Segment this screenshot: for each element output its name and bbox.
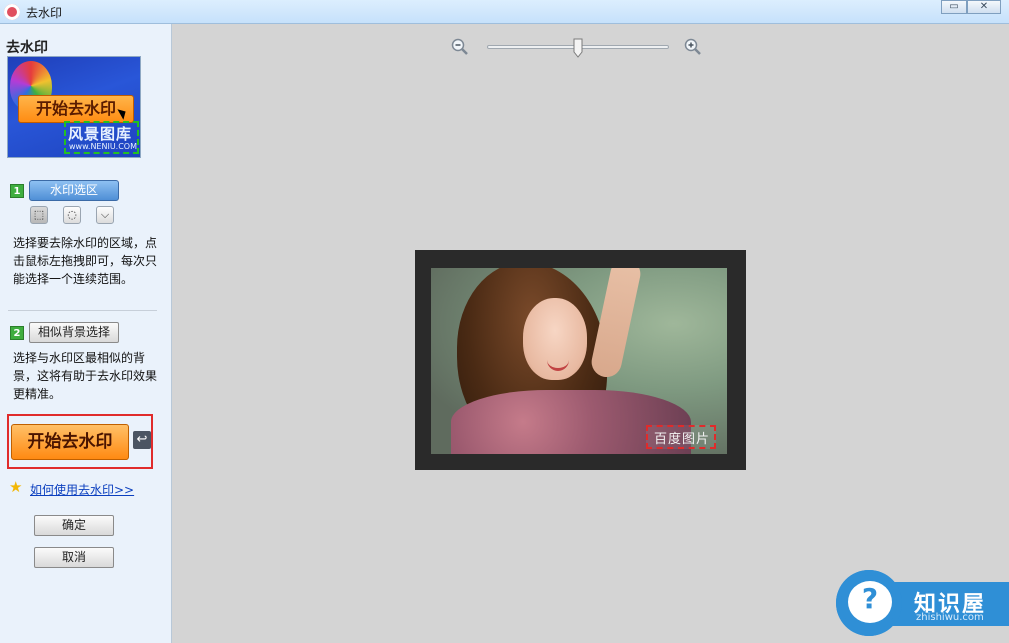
brand-inner: ? <box>848 581 892 623</box>
window-controls: ▭ ✕ <box>941 0 1001 14</box>
start-remove-watermark-button[interactable]: 开始去水印 <box>11 424 129 460</box>
star-icon: ★ <box>9 478 23 496</box>
rect-select-icon[interactable]: ⬚ <box>30 206 48 224</box>
watermark-select-button[interactable]: 水印选区 <box>29 180 119 201</box>
close-button[interactable]: ✕ <box>967 0 1001 14</box>
help-link[interactable]: 如何使用去水印>> <box>30 481 134 498</box>
preview-thumbnail: 开始去水印 风景图库 www.NENIU.COM <box>7 56 141 158</box>
brand-logo: ? 知识屋 zhishiwu.com <box>834 568 1009 643</box>
undo-icon[interactable]: ↩ <box>133 431 151 449</box>
preview-watermark-url: www.NENIU.COM <box>69 142 138 151</box>
step-1-description: 选择要去除水印的区域，点击鼠标左拖拽即可，每次只能选择一个连续范围。 <box>13 236 158 286</box>
lasso-select-icon[interactable]: ◌ <box>63 206 81 224</box>
brand-circle: ? <box>836 570 902 636</box>
panel-title: 去水印 <box>6 40 48 56</box>
window-title: 去水印 <box>26 6 63 20</box>
similar-background-button[interactable]: 相似背景选择 <box>29 322 119 343</box>
preview-watermark-selection: 风景图库 www.NENIU.COM <box>64 121 139 154</box>
step-2-badge: 2 <box>10 326 24 340</box>
app-icon <box>4 4 20 20</box>
zoom-slider-thumb[interactable] <box>573 38 583 58</box>
question-icon: ? <box>861 582 879 615</box>
zoom-in-icon[interactable] <box>684 38 702 56</box>
sidebar: 去水印 开始去水印 风景图库 www.NENIU.COM 1 水印选区 ⬚ ◌ … <box>0 24 172 643</box>
divider <box>8 310 157 311</box>
ok-button[interactable]: 确定 <box>34 515 114 536</box>
preview-watermark-text: 风景图库 <box>68 125 133 143</box>
zoom-out-icon[interactable] <box>451 38 469 56</box>
brand-url: zhishiwu.com <box>916 612 984 623</box>
polygon-select-icon[interactable]: ⌵ <box>96 206 114 224</box>
cancel-button[interactable]: 取消 <box>34 547 114 568</box>
restore-button[interactable]: ▭ <box>941 0 967 14</box>
step-2-description: 选择与水印区最相似的背景，这将有助于去水印效果更精准。 <box>13 351 158 401</box>
photo-watermark-text: 百度图片 <box>654 432 711 447</box>
step-1-badge: 1 <box>10 184 24 198</box>
title-bar: 去水印 ▭ ✕ <box>0 0 1009 24</box>
